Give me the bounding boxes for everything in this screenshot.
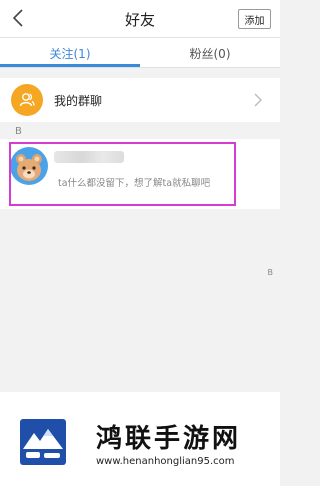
- top-bar: 好友 添加: [0, 0, 280, 37]
- index-bar-letter[interactable]: B: [268, 268, 274, 277]
- site-logo-icon: [20, 419, 66, 465]
- tabs-divider: [0, 67, 280, 68]
- section-header-letter: B: [15, 126, 22, 137]
- group-chat-icon: [11, 84, 43, 116]
- friend-avatar[interactable]: [10, 147, 48, 185]
- group-chat-label: 我的群聊: [54, 94, 103, 108]
- tab-followers[interactable]: 粉丝(0): [140, 38, 280, 68]
- group-chat-row[interactable]: 我的群聊: [0, 78, 280, 122]
- watermark-title: 鸿联手游网: [96, 424, 242, 454]
- watermark-banner: 鸿联手游网 www.henanhonglian95.com: [0, 392, 280, 486]
- add-friend-button[interactable]: 添加: [238, 9, 271, 29]
- friend-signature: ta什么都没留下，想了解ta就私聊吧: [58, 178, 211, 189]
- friend-name-blurred: [54, 151, 124, 163]
- chevron-right-icon: [254, 93, 262, 107]
- bear-avatar-icon: [16, 154, 42, 181]
- watermark-url: www.henanhonglian95.com: [96, 456, 235, 467]
